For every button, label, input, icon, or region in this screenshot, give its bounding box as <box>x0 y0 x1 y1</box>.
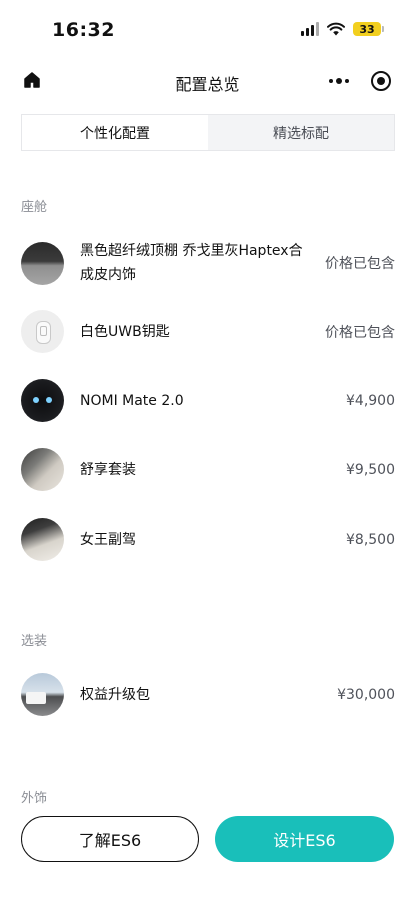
item-price: 价格已包含 <box>325 324 395 341</box>
list-item-headliner: 黑色超纤绒顶棚 乔戈里灰Haptex合成皮内饰 价格已包含 <box>21 239 395 287</box>
tab-standard-features[interactable]: 精选标配 <box>208 115 394 150</box>
more-options-icon[interactable] <box>329 78 349 84</box>
miniapp-capsule <box>317 65 397 97</box>
headliner-thumbnail <box>21 241 64 285</box>
item-price: 价格已包含 <box>325 256 395 272</box>
comfort-package-thumbnail <box>21 448 64 491</box>
config-overview-page: 16:32 33 配置总览 个性化配置 精选标配 座舱 黑色超纤绒顶棚 乔戈里灰… <box>0 0 415 900</box>
item-price: ¥9,500 <box>346 461 395 478</box>
status-icons: 33 <box>301 22 384 36</box>
status-bar: 16:32 33 <box>0 0 415 60</box>
section-title-exterior: 外饰 <box>21 791 48 806</box>
item-name: NOMI Mate 2.0 <box>80 392 184 409</box>
status-time: 16:32 <box>52 19 115 41</box>
list-item-uwb-key: 白色UWB钥匙 价格已包含 <box>21 310 395 353</box>
item-price: ¥8,500 <box>346 531 395 548</box>
item-price: ¥30,000 <box>337 686 395 703</box>
battery-indicator: 33 <box>353 22 384 36</box>
design-es6-button[interactable]: 设计ES6 <box>215 816 394 862</box>
section-title-options: 选装 <box>21 634 48 649</box>
item-name: 白色UWB钥匙 <box>80 323 170 340</box>
item-name: 女王副驾 <box>80 531 136 548</box>
list-item-queen-seat: 女王副驾 ¥8,500 <box>21 518 395 561</box>
upgrade-package-thumbnail <box>21 673 64 716</box>
nav-bar: 配置总览 <box>0 60 415 104</box>
tab-personalized-config[interactable]: 个性化配置 <box>22 115 208 150</box>
list-item-nomi: NOMI Mate 2.0 ¥4,900 <box>21 379 395 422</box>
item-name: 舒享套装 <box>80 461 136 478</box>
config-tabs: 个性化配置 精选标配 <box>21 114 395 151</box>
learn-es6-button[interactable]: 了解ES6 <box>21 816 199 862</box>
list-item-comfort-package: 舒享套装 ¥9,500 <box>21 448 395 491</box>
nomi-thumbnail <box>21 379 64 422</box>
cellular-signal-icon <box>301 22 319 36</box>
uwb-key-thumbnail <box>21 310 64 353</box>
item-name: 权益升级包 <box>80 686 150 703</box>
queen-seat-thumbnail <box>21 518 64 561</box>
section-title-cabin: 座舱 <box>21 200 48 215</box>
list-item-upgrade-package: 权益升级包 ¥30,000 <box>21 673 395 716</box>
close-miniapp-icon[interactable] <box>371 71 391 91</box>
item-price: ¥4,900 <box>346 392 395 409</box>
wifi-icon <box>327 22 345 36</box>
item-name: 黑色超纤绒顶棚 乔戈里灰Haptex合成皮内饰 <box>80 243 303 283</box>
